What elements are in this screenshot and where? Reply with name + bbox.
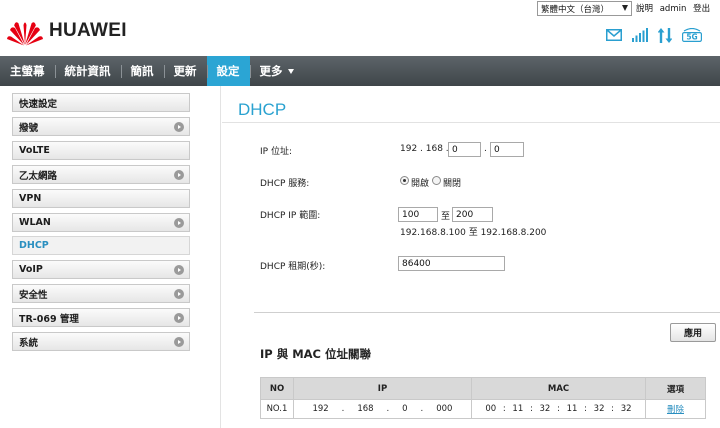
table-header-row: NO IP MAC 選項 [260,377,706,400]
chevron-right-icon [174,313,184,323]
nav-home[interactable]: 主螢幕 [0,56,55,86]
divider [254,312,720,313]
lease-input[interactable]: 86400 [398,256,505,271]
sidebar-item-voip[interactable]: VoIP [12,260,190,279]
chevron-right-icon [174,265,184,275]
top-links: 說明 admin 登出 [636,2,714,14]
sidebar-item-tr069[interactable]: TR-069 管理 [12,308,190,327]
ip-octet4-input[interactable]: 0 [490,142,524,157]
row-no: NO.1 [260,399,294,419]
svg-text:5G: 5G [686,33,697,42]
sidebar-item-vpn[interactable]: VPN [12,189,190,208]
chevron-right-icon [174,218,184,228]
nav-sms[interactable]: 簡訊 [120,56,164,86]
dhcp-range-label: DHCP IP 範圍: [260,211,321,221]
ip-mac-binding-table: NO IP MAC 選項 NO.1 192. 168. 0. 000 00:11:32… [260,377,706,419]
range-end-input[interactable]: 200 [452,207,493,222]
help-link[interactable]: 說明 [636,4,653,14]
chevron-right-icon [174,170,184,180]
ip-address-label: IP 位址: [260,147,292,157]
range-to-label: 至 [441,212,451,222]
user-link[interactable]: admin [660,4,687,14]
ip-octet3-input[interactable]: 0 [448,142,481,157]
huawei-logo-icon [7,21,43,45]
header: HUAWEI 繁體中文（台灣） 說明 admin 登出 5G [0,0,720,56]
sidebar: 快速設定 撥號 VoLTE 乙太網路 VPN WLAN DHCP VoIP 安全… [0,86,221,428]
sidebar-item-volte[interactable]: VoLTE [12,141,190,160]
status-icons: 5G [606,27,702,43]
sidebar-item-system[interactable]: 系統 [12,332,190,351]
chevron-right-icon [174,289,184,299]
logout-link[interactable]: 登出 [693,4,710,14]
language-select[interactable]: 繁體中文（台灣） [537,1,632,16]
dhcp-off-label[interactable]: 關閉 [443,176,461,189]
chevron-right-icon [174,337,184,347]
chevron-down-icon [622,5,628,11]
range-text: 192.168.8.100 至 192.168.8.200 [400,228,547,238]
delete-link[interactable]: 刪除 [645,399,706,419]
column-header-no: NO [260,377,294,400]
dhcp-off-radio[interactable] [432,176,441,185]
row-mac[interactable]: 00:11:32:11:32:32 [471,399,646,419]
ip-prefix: 192 . 168 . [400,144,449,154]
nav-settings[interactable]: 設定 [206,56,250,86]
lease-label: DHCP 租期(秒): [260,262,326,272]
sidebar-item-ethernet[interactable]: 乙太網路 [12,165,190,184]
nav-more[interactable]: 更多 [249,56,304,86]
divider [222,122,720,123]
column-header-ip: IP [293,377,472,400]
page-title: DHCP [238,100,287,119]
row-ip[interactable]: 192. 168. 0. 000 [293,399,472,419]
sidebar-item-dial-up[interactable]: 撥號 [12,117,190,136]
dhcp-on-label[interactable]: 開啟 [411,176,429,189]
nav-statistics[interactable]: 統計資訊 [54,56,121,86]
5g-icon: 5G [682,28,702,42]
column-header-options: 選項 [645,377,706,400]
sidebar-item-dhcp[interactable]: DHCP [12,236,190,255]
sidebar-item-security[interactable]: 安全性 [12,284,190,303]
sidebar-item-quick-setup[interactable]: 快速設定 [12,93,190,112]
binding-section-title: IP 與 MAC 位址關聯 [260,347,372,361]
apply-button[interactable]: 應用 [670,323,716,342]
chevron-down-icon [287,68,294,74]
sidebar-item-wlan[interactable]: WLAN [12,213,190,232]
dhcp-on-radio[interactable] [400,176,409,185]
ip-dot: . [484,144,487,154]
signal-icon [632,28,648,42]
language-value: 繁體中文（台灣） [541,4,610,15]
dhcp-service-label: DHCP 服務: [260,179,310,189]
main-content: DHCP IP 位址: 192 . 168 . 0 . 0 DHCP 服務: 開… [222,86,720,428]
table-row: NO.1 192. 168. 0. 000 00:11:32:11:32:32 刪除 [260,399,706,419]
data-arrows-icon [658,27,672,43]
main-nav: 主螢幕 統計資訊 簡訊 更新 設定 更多 [0,56,720,86]
range-start-input[interactable]: 100 [398,207,438,222]
brand-name: HUAWEI [49,20,127,41]
mail-icon[interactable] [606,29,622,41]
column-header-mac: MAC [471,377,646,400]
nav-update[interactable]: 更新 [163,56,207,86]
chevron-right-icon [174,122,184,132]
huawei-logo: HUAWEI [6,16,127,46]
